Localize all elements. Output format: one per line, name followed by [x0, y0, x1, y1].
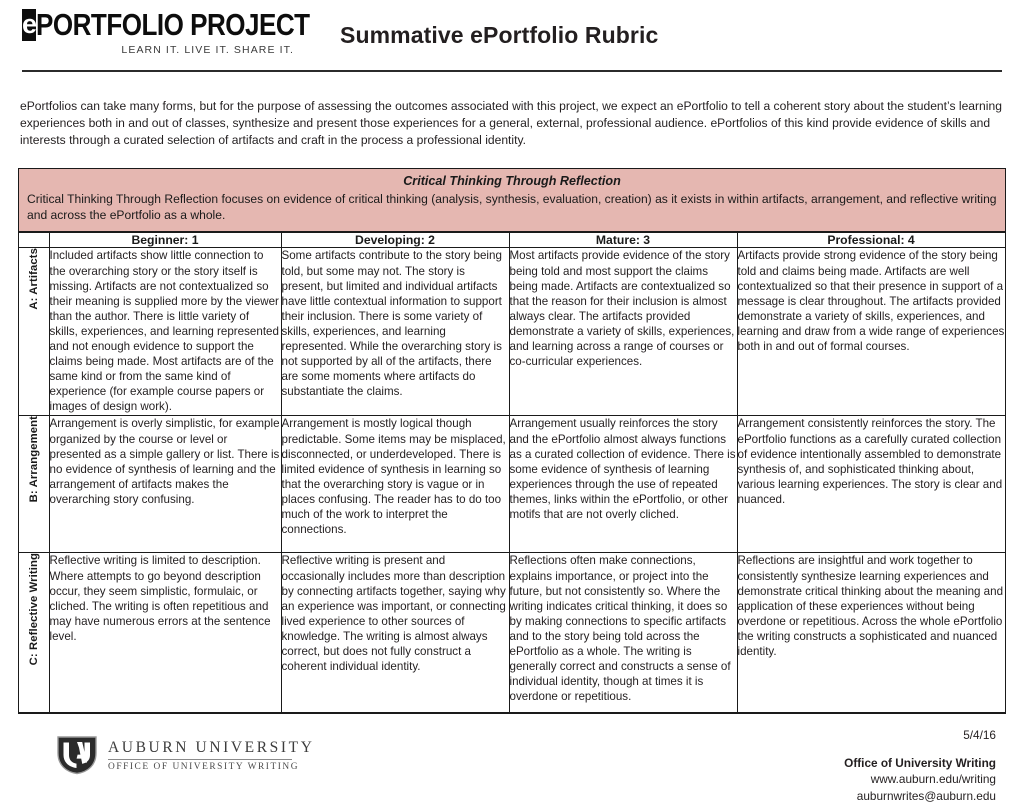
eportfolio-project-logo: e PORTFOLIO PROJECT LEARN IT. LIVE IT. S… [22, 8, 302, 56]
table-row: B: Arrangement Arrangement is overly sim… [19, 416, 1005, 553]
criterion-cell-arrangement-developing: Arrangement is mostly logical though pre… [281, 416, 509, 553]
row-label-artifacts: A: Artifacts [19, 248, 49, 416]
revision-date: 5/4/16 [844, 727, 996, 744]
logo-tagline: LEARN IT. LIVE IT. SHARE IT. [22, 44, 294, 56]
email-link[interactable]: auburnwrites@auburn.edu [844, 788, 996, 804]
auburn-university-name: AUBURN UNIVERSITY [108, 739, 315, 757]
auburn-university-logo: AUBURN UNIVERSITY OFFICE OF UNIVERSITY W… [55, 735, 315, 775]
header-divider [22, 70, 1002, 72]
criterion-cell-artifacts-mature: Most artifacts provide evidence of the s… [509, 248, 737, 416]
column-header-mature: Mature: 3 [509, 233, 737, 248]
grid-corner-cell [19, 233, 49, 248]
table-row: C: Reflective Writing Reflective writing… [19, 553, 1005, 713]
row-label-reflective-writing-text: C: Reflective Writing [28, 553, 40, 665]
column-header-developing: Developing: 2 [281, 233, 509, 248]
row-label-reflective-writing: C: Reflective Writing [19, 553, 49, 713]
criterion-cell-artifacts-beginner: Included artifacts show little connectio… [49, 248, 281, 416]
auburn-logo-divider [108, 759, 292, 760]
logo-wordmark-text: PORTFOLIO PROJECT [36, 9, 310, 41]
logo-e-badge: e [22, 9, 36, 41]
rubric-grid: Beginner: 1 Developing: 2 Mature: 3 Prof… [19, 232, 1006, 713]
band-description: Critical Thinking Through Reflection foc… [27, 191, 997, 224]
criterion-cell-artifacts-developing: Some artifacts contribute to the story b… [281, 248, 509, 416]
rubric-band-header: Critical Thinking Through Reflection Cri… [19, 169, 1005, 233]
criterion-cell-artifacts-professional: Artifacts provide strong evidence of the… [737, 248, 1005, 416]
row-label-artifacts-text: A: Artifacts [28, 248, 40, 310]
row-label-arrangement-text: B: Arrangement [28, 416, 40, 502]
band-title: Critical Thinking Through Reflection [27, 174, 997, 188]
row-label-arrangement: B: Arrangement [19, 416, 49, 553]
criterion-cell-reflective-writing-beginner: Reflective writing is limited to descrip… [49, 553, 281, 713]
rubric-page: e PORTFOLIO PROJECT LEARN IT. LIVE IT. S… [0, 0, 1023, 797]
office-name: Office of University Writing [844, 755, 996, 772]
column-header-row: Beginner: 1 Developing: 2 Mature: 3 Prof… [19, 233, 1005, 248]
auburn-office-line: OFFICE OF UNIVERSITY WRITING [108, 762, 315, 772]
column-header-beginner: Beginner: 1 [49, 233, 281, 248]
auburn-logo-text: AUBURN UNIVERSITY OFFICE OF UNIVERSITY W… [108, 738, 315, 772]
footer-contact-block: 5/4/16 Office of University Writing www.… [844, 727, 996, 804]
page-title: Summative ePortfolio Rubric [340, 22, 658, 49]
criterion-cell-reflective-writing-developing: Reflective writing is present and occasi… [281, 553, 509, 713]
column-header-professional: Professional: 4 [737, 233, 1005, 248]
criterion-cell-reflective-writing-mature: Reflections often make connections, expl… [509, 553, 737, 713]
rubric-table-container: Critical Thinking Through Reflection Cri… [18, 168, 1006, 715]
page-header: e PORTFOLIO PROJECT LEARN IT. LIVE IT. S… [0, 0, 1023, 78]
website-link[interactable]: www.auburn.edu/writing [844, 771, 996, 788]
intro-paragraph: ePortfolios can take many forms, but for… [20, 98, 1003, 150]
table-row: A: Artifacts Included artifacts show lit… [19, 248, 1005, 416]
logo-wordmark: e PORTFOLIO PROJECT [22, 8, 302, 42]
criterion-cell-reflective-writing-professional: Reflections are insightful and work toge… [737, 553, 1005, 713]
criterion-cell-arrangement-professional: Arrangement consistently reinforces the … [737, 416, 1005, 553]
criterion-cell-arrangement-mature: Arrangement usually reinforces the story… [509, 416, 737, 553]
criterion-cell-arrangement-beginner: Arrangement is overly simplistic, for ex… [49, 416, 281, 553]
page-footer: AUBURN UNIVERSITY OFFICE OF UNIVERSITY W… [0, 715, 1023, 797]
auburn-au-shield-icon [55, 735, 99, 775]
